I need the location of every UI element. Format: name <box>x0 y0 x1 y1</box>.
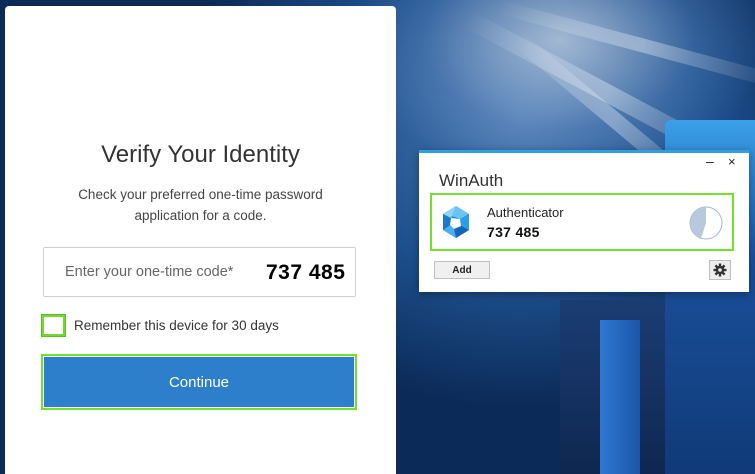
otp-input[interactable] <box>44 248 265 296</box>
continue-button[interactable]: Continue <box>44 357 354 407</box>
settings-button[interactable] <box>709 260 731 280</box>
authenticator-code[interactable]: 737 485 <box>487 224 540 240</box>
otp-field[interactable]: 737 485 <box>43 247 356 297</box>
authenticator-name: Authenticator <box>487 205 564 220</box>
timer-pie-icon <box>689 206 723 240</box>
close-button[interactable]: × <box>728 154 736 169</box>
remember-checkbox[interactable] <box>42 314 65 336</box>
remember-label: Remember this device for 30 days <box>74 317 279 333</box>
minimize-button[interactable]: – <box>706 153 714 169</box>
gear-icon <box>713 263 727 277</box>
remember-device[interactable]: Remember this device for 30 days <box>42 314 279 336</box>
add-button[interactable]: Add <box>434 261 490 279</box>
page-title: Verify Your Identity <box>101 141 300 168</box>
authenticator-logo-icon <box>443 206 469 238</box>
continue-highlight: Continue <box>41 354 357 410</box>
authenticator-entry[interactable]: Authenticator 737 485 <box>430 193 734 251</box>
winauth-window: WinAuth – × Authenticator 737 485 Add <box>419 150 749 292</box>
otp-overlay-code: 737 485 <box>266 261 346 284</box>
winauth-title: WinAuth <box>439 171 504 190</box>
subtitle: Check your preferred one-time password a… <box>78 187 323 223</box>
login-card: Verify Your Identity Check your preferre… <box>5 6 396 474</box>
